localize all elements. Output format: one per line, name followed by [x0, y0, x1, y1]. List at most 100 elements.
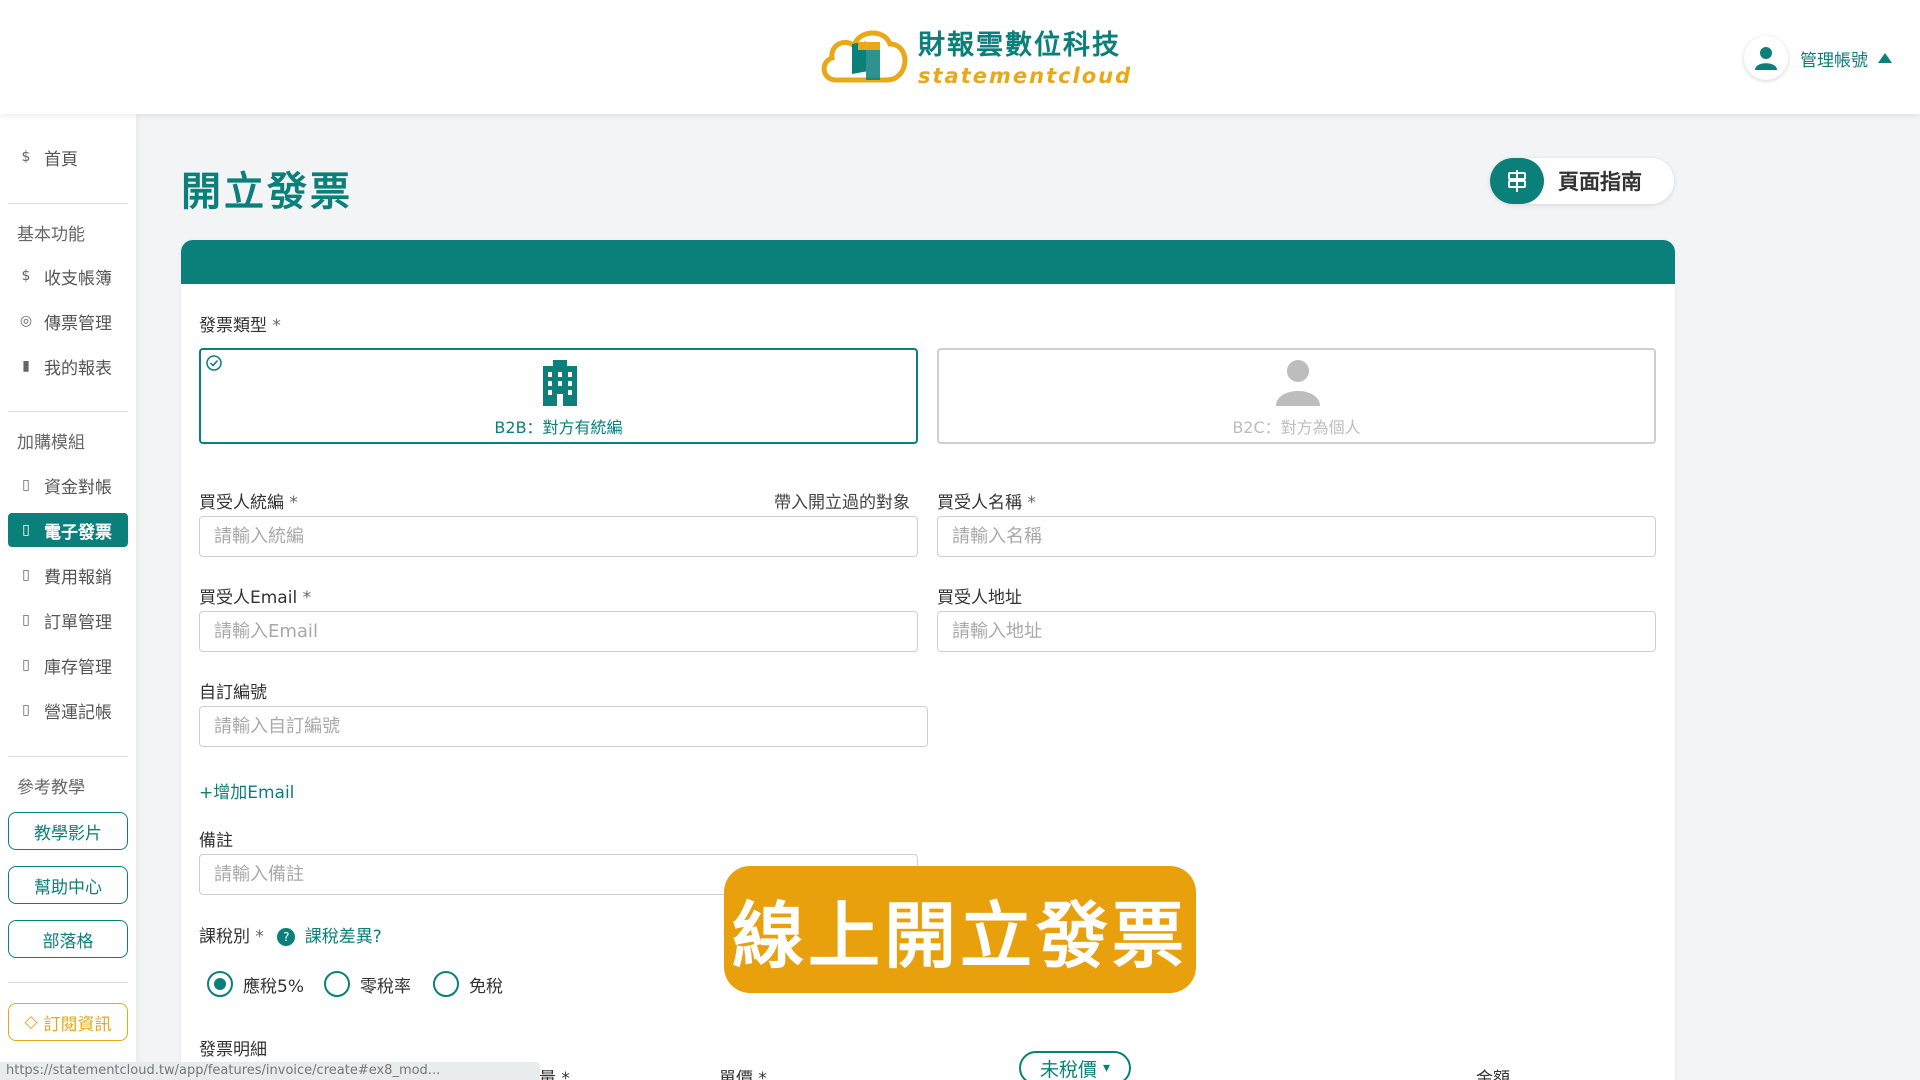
building-icon [535, 358, 585, 410]
account-menu[interactable]: 管理帳號 [1744, 36, 1892, 80]
logo-subtitle: statementcloud [918, 63, 1133, 88]
sidebar-section-reference: 參考教學 [17, 778, 85, 798]
question-icon[interactable]: ? [277, 928, 296, 946]
tax-option-taxable[interactable]: 應稅5% [207, 971, 304, 997]
tax-option-label: 應稅5% [243, 976, 304, 997]
buyer-tax-id-label-text: 買受人統編 [199, 493, 284, 513]
sidebar-item-voucher[interactable]: ◎ 傳票管理 [8, 304, 128, 338]
column-amount: 金額 [1476, 1069, 1510, 1080]
buyer-tax-id-input[interactable] [199, 516, 918, 557]
book-icon: ▯ [22, 657, 30, 673]
tax-option-label: 零稅率 [360, 976, 411, 997]
type-option-b2b[interactable]: B2B：對方有統編 [199, 348, 918, 444]
add-email-link[interactable]: +增加Email [199, 778, 294, 803]
buyer-email-label-text: 買受人Email [199, 588, 298, 608]
radio-unchecked-icon[interactable] [324, 971, 350, 997]
type-option-b2c[interactable]: B2C：對方為個人 [937, 348, 1656, 444]
sidebar-item-label: 我的報表 [44, 358, 112, 379]
radio-unchecked-icon[interactable] [433, 971, 459, 997]
sidebar-item-reports[interactable]: ▮ 我的報表 [8, 349, 128, 383]
tax-option-zero-rate[interactable]: 零稅率 [324, 971, 411, 997]
required-mark: * [561, 1069, 570, 1080]
person-icon [1274, 358, 1322, 410]
dollar-circle-icon: $ [21, 268, 31, 284]
chevron-down-icon: ▾ [1102, 1060, 1111, 1076]
buyer-tax-id-label: 買受人統編 * [199, 488, 298, 513]
blog-button[interactable]: 部落格 [8, 920, 128, 958]
help-center-button[interactable]: 幫助中心 [8, 866, 128, 904]
tax-difference-link[interactable]: 課稅差異? [305, 927, 382, 947]
sidebar-item-inventory[interactable]: ▯ 庫存管理 [8, 648, 128, 682]
buyer-name-label: 買受人名稱 * [937, 488, 1036, 513]
column-unit-price: 單價 * [719, 1064, 767, 1080]
diamond-icon: ◇ [24, 1012, 38, 1032]
buyer-name-input[interactable] [937, 516, 1656, 557]
caret-up-icon[interactable] [1878, 53, 1892, 63]
price-mode-label: 未稅價 [1039, 1058, 1097, 1080]
note-label: 備註 [199, 831, 233, 851]
promo-banner: 線上開立發票 [724, 866, 1196, 993]
sidebar-item-fund-reconcile[interactable]: ▯ 資金對帳 [8, 468, 128, 502]
sidebar-item-orders[interactable]: ▯ 訂單管理 [8, 603, 128, 637]
sidebar-divider [8, 756, 128, 757]
invoice-type-label: 發票類型 * [199, 311, 281, 336]
tax-option-exempt[interactable]: 免稅 [433, 971, 503, 997]
invoice-type-label-text: 發票類型 [199, 316, 267, 336]
sidebar-item-home[interactable]: $ 首頁 [8, 140, 128, 174]
buyer-address-label: 買受人地址 [937, 588, 1022, 608]
buyer-address-input[interactable] [937, 611, 1656, 652]
user-avatar-icon[interactable] [1744, 36, 1788, 80]
sidebar-divider [8, 411, 128, 412]
buyer-email-label: 買受人Email * [199, 583, 311, 608]
buyer-name-label-text: 買受人名稱 [937, 493, 1022, 513]
required-mark: * [272, 316, 281, 336]
bar-chart-icon: ▮ [22, 358, 30, 374]
tax-option-label: 免稅 [469, 976, 503, 997]
tax-type-label: 課稅別 * ? 課稅差異? [199, 922, 382, 947]
sidebar-item-label: 訂單管理 [44, 612, 112, 633]
cloud-logo-icon [821, 30, 908, 83]
sidebar-item-ledger[interactable]: $ 收支帳簿 [8, 259, 128, 293]
sidebar-item-label: 首頁 [44, 149, 78, 170]
b2b-label: B2B：對方有統編 [494, 418, 623, 437]
page-guide-button[interactable]: 頁面指南 [1490, 158, 1674, 204]
logo-title: 財報雲數位科技 [918, 29, 1121, 61]
book-icon: ▯ [22, 702, 30, 718]
sidebar-item-e-invoice[interactable]: ▯ 電子發票 [8, 513, 128, 547]
book-icon: ▯ [22, 612, 30, 628]
guide-label: 頁面指南 [1558, 170, 1642, 194]
sidebar-item-label: 資金對帳 [44, 477, 112, 498]
sidebar-item-operations[interactable]: ▯ 營運記帳 [8, 693, 128, 727]
sidebar-item-expense[interactable]: ▯ 費用報銷 [8, 558, 128, 592]
sidebar-item-label: 收支帳簿 [44, 268, 112, 289]
account-label[interactable]: 管理帳號 [1800, 46, 1868, 71]
required-mark: * [302, 588, 312, 608]
invoice-detail-label: 發票明細 [199, 1040, 267, 1060]
subscription-button[interactable]: ◇ 訂閱資訊 [8, 1003, 128, 1041]
required-mark: * [289, 493, 298, 513]
book-icon: ▯ [22, 567, 30, 583]
signpost-icon [1490, 158, 1544, 204]
sidebar-divider [8, 982, 128, 983]
page-title: 開立發票 [181, 169, 353, 215]
top-header: 財報雲數位科技 statementcloud 管理帳號 [0, 0, 1920, 114]
brand-logo[interactable]: 財報雲數位科技 statementcloud [818, 22, 1132, 88]
sidebar-section-basic: 基本功能 [17, 225, 85, 245]
coins-icon: ◎ [19, 313, 33, 329]
card-header-bar [181, 240, 1675, 284]
custom-number-label: 自訂編號 [199, 683, 267, 703]
custom-number-input[interactable] [199, 706, 928, 747]
sidebar-item-label: 傳票管理 [44, 313, 112, 334]
tax-type-label-text: 課稅別 [199, 927, 250, 947]
sidebar-item-label: 費用報銷 [44, 567, 112, 588]
status-url: https://statementcloud.tw/app/features/i… [0, 1062, 540, 1080]
import-previous-link[interactable]: 帶入開立過的對象 [774, 488, 910, 513]
tutorial-video-button[interactable]: 教學影片 [8, 812, 128, 850]
price-mode-dropdown[interactable]: 未稅價 ▾ [1019, 1051, 1131, 1080]
buyer-email-input[interactable] [199, 611, 918, 652]
radio-checked-icon[interactable] [207, 971, 233, 997]
required-mark: * [758, 1069, 767, 1080]
b2c-label: B2C：對方為個人 [1232, 418, 1361, 437]
required-mark: * [255, 927, 264, 947]
book-icon: ▯ [22, 522, 30, 538]
